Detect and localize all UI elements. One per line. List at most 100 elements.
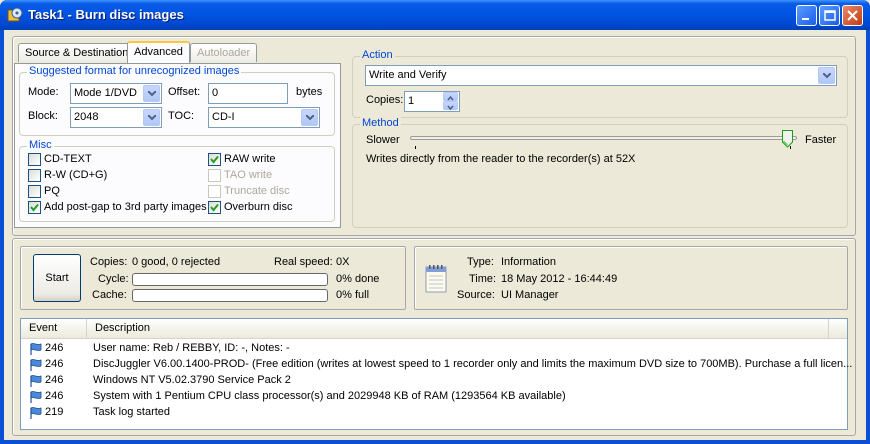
mode-dropdown-button[interactable] <box>143 85 160 102</box>
misc-group: Misc CD-TEXT RAW write R-W (CD+G) TAO write… <box>19 139 335 222</box>
offset-label: Offset: <box>168 86 201 98</box>
log-row[interactable]: 219 Task log started <box>21 405 841 421</box>
log-description: DiscJuggler V6.00.1400-PROD- (Free editi… <box>93 358 853 370</box>
cache-progress-bar <box>132 289 328 302</box>
log-header: Event Description <box>21 319 847 339</box>
block-combo[interactable]: 2048 <box>70 107 162 128</box>
checkmark-icon <box>210 155 219 164</box>
slider-tick <box>790 146 791 149</box>
log-description: Windows NT V5.02.3790 Service Pack 2 <box>93 374 291 386</box>
log-event-id: 246 <box>45 390 64 402</box>
title-bar[interactable]: Task1 - Burn disc images <box>0 0 870 30</box>
event-log-list[interactable]: Event Description 246 User name: Reb / RE… <box>20 318 852 430</box>
chevron-down-icon <box>148 91 156 97</box>
toc-combo[interactable]: CD-I <box>208 107 320 128</box>
log-description: Task log started <box>93 406 171 418</box>
checkbox-1[interactable] <box>28 153 41 166</box>
speed-slider[interactable] <box>410 136 797 140</box>
info-type-label: Type: <box>467 256 494 268</box>
block-label: Block: <box>28 110 58 122</box>
mode-combo[interactable]: Mode 1/DVD <box>70 83 162 104</box>
info-time-label: Time: <box>469 273 497 285</box>
real-speed-value: 0X <box>336 256 350 268</box>
block-dropdown-button[interactable] <box>143 109 160 126</box>
checkbox-8[interactable] <box>208 201 221 214</box>
cycle-value: 0% done <box>336 273 380 285</box>
start-button-label: Start <box>45 272 69 284</box>
log-event-id: 246 <box>45 374 64 386</box>
chevron-down-icon <box>447 105 454 111</box>
checkmark-icon <box>30 203 39 212</box>
real-speed-label: Real speed: <box>274 256 333 268</box>
log-event-id: 246 <box>45 342 64 354</box>
tab-label: Autoloader <box>197 47 251 59</box>
flag-icon <box>30 359 42 371</box>
progress-box: Start Copies: 0 good, 0 rejected Real sp… <box>20 246 406 310</box>
misc-group-title: Misc <box>27 139 54 151</box>
tab-label: Advanced <box>134 46 183 58</box>
checkbox-label: Overburn disc <box>224 201 293 213</box>
offset-input[interactable]: 0 <box>208 83 288 104</box>
window-title: Task1 - Burn disc images <box>28 7 184 22</box>
checkmark-icon <box>210 203 219 212</box>
info-type-value: Information <box>501 256 557 268</box>
tab-advanced[interactable]: Advanced <box>127 41 190 63</box>
cache-value: 0% full <box>336 289 370 301</box>
log-description: User name: Reb / REBBY, ID: -, Notes: - <box>93 342 290 354</box>
toc-value: CD-I <box>212 111 235 123</box>
method-group-title: Method <box>360 117 401 129</box>
offset-unit: bytes <box>296 86 323 98</box>
checkbox-7[interactable] <box>28 201 41 214</box>
cycle-label: Cycle: <box>98 273 129 285</box>
mode-value: Mode 1/DVD <box>74 87 137 99</box>
offset-value: 0 <box>212 87 219 99</box>
checkbox-label: CD-TEXT <box>44 153 92 165</box>
tab-source-destination[interactable]: Source & Destination <box>18 43 136 62</box>
spin-up-button[interactable] <box>443 92 458 101</box>
action-dropdown-button[interactable] <box>818 67 835 84</box>
action-value: Write and Verify <box>369 69 447 81</box>
tab-label: Source & Destination <box>25 47 129 59</box>
chevron-down-icon <box>306 115 314 121</box>
action-combo[interactable]: Write and Verify <box>365 65 837 86</box>
checkbox-6 <box>208 185 221 198</box>
action-group: Action Write and Verify Copies: 1 <box>352 49 848 118</box>
column-description-label: Description <box>95 322 151 334</box>
copies-value: 1 <box>408 95 415 107</box>
speed-slider-thumb[interactable] <box>782 130 793 148</box>
log-row[interactable]: 246 Windows NT V5.02.3790 Service Pack 2 <box>21 373 841 389</box>
column-description[interactable]: Description <box>87 319 829 338</box>
close-button[interactable] <box>842 5 863 26</box>
flag-icon <box>30 343 42 355</box>
log-row[interactable]: 246 System with 1 Pentium CPU class proce… <box>21 389 841 405</box>
copies-spinner[interactable] <box>443 92 458 111</box>
flag-icon <box>30 407 42 419</box>
checkbox-4 <box>208 169 221 182</box>
minimize-button[interactable] <box>796 5 817 26</box>
checkbox-5[interactable] <box>28 185 41 198</box>
log-event-id: 246 <box>45 358 64 370</box>
column-event-label: Event <box>29 322 58 334</box>
slider-tick <box>415 146 416 149</box>
checkbox-3[interactable] <box>28 169 41 182</box>
close-icon <box>847 10 858 21</box>
checkbox-label: TAO write <box>224 169 273 181</box>
log-row[interactable]: 246 User name: Reb / REBBY, ID: -, Notes:… <box>21 341 841 357</box>
checkbox-label: Add post-gap to 3rd party images <box>44 201 207 213</box>
info-source-value: UI Manager <box>501 289 559 301</box>
column-event[interactable]: Event <box>21 319 87 338</box>
window-client: Source & Destination Advanced Autoloader… <box>4 30 866 440</box>
toc-dropdown-button[interactable] <box>301 109 318 126</box>
maximize-button[interactable] <box>819 5 840 26</box>
checkbox-2[interactable] <box>208 153 221 166</box>
faster-label: Faster <box>805 134 837 146</box>
start-button[interactable]: Start <box>33 254 81 302</box>
log-event-id: 219 <box>45 406 64 418</box>
chevron-down-icon <box>823 73 831 79</box>
log-row[interactable]: 246 DiscJuggler V6.00.1400-PROD- (Free ed… <box>21 357 852 373</box>
status-copies-label: Copies: <box>90 256 128 268</box>
app-icon <box>7 7 23 22</box>
copies-input[interactable]: 1 <box>404 91 460 112</box>
spin-down-button[interactable] <box>443 101 458 111</box>
cycle-progress-bar <box>132 273 328 286</box>
